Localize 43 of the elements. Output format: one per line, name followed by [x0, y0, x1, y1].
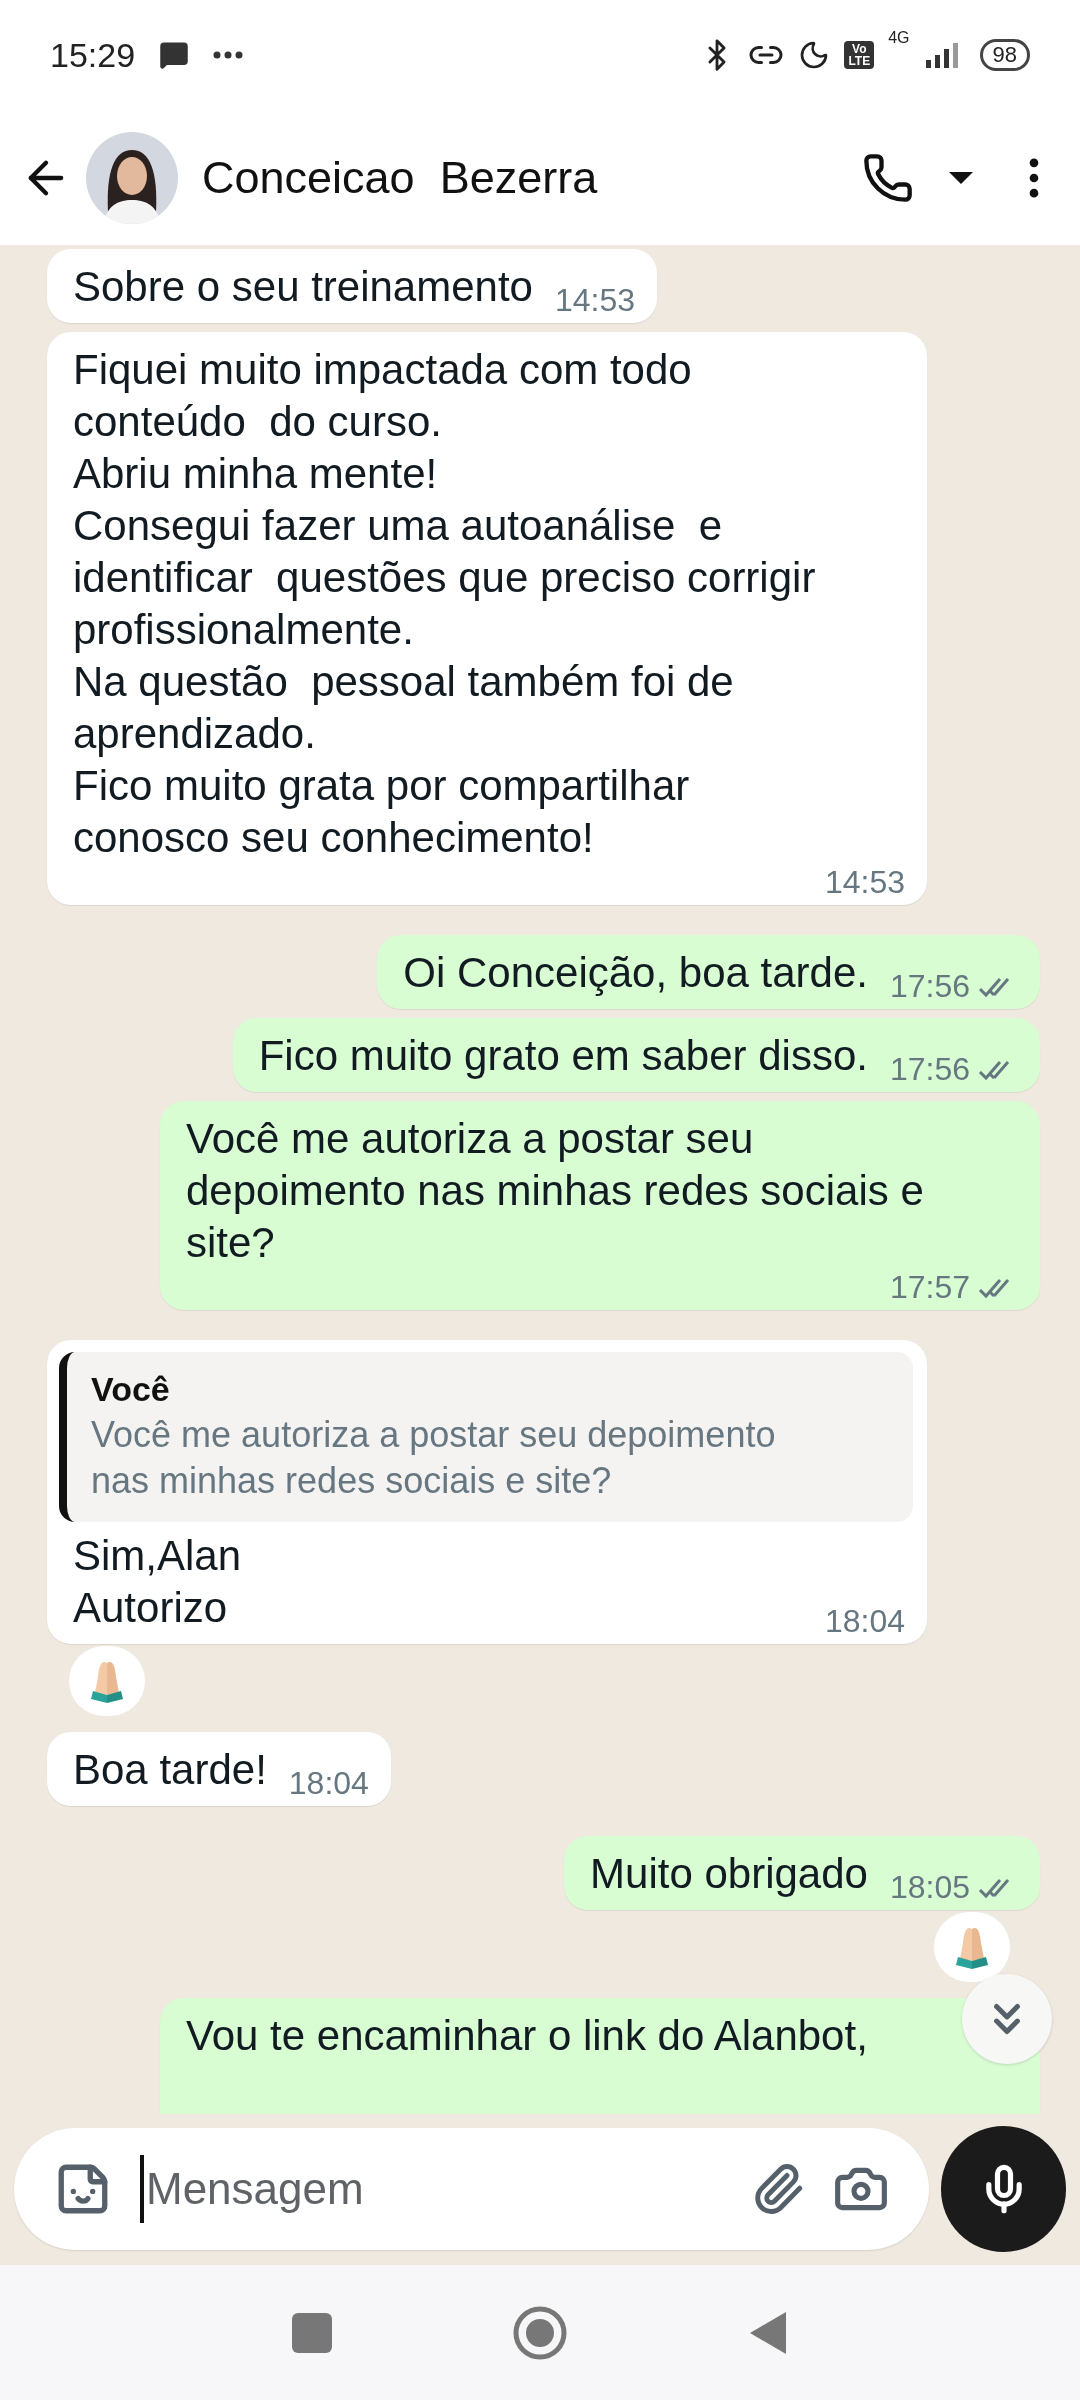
message-text: Vou te encaminhar o link do Alanbot,: [186, 2011, 868, 2061]
quote-text: Você me autoriza a postar seu depoimento nas minhas redes sociais e site?: [91, 1413, 777, 1503]
message-text: Sim,Alan Autorizo: [73, 1531, 242, 1633]
status-time: 15:29: [50, 35, 136, 75]
caret-icon[interactable]: [948, 170, 974, 185]
sent-message-bubble[interactable]: Você me autoriza a postar seu depoimento nas minhas redes sociais e site? 17:57: [160, 1101, 1040, 1310]
volte-badge: Vo LTE: [844, 41, 875, 69]
quoted-message[interactable]: Você Você me autoriza a postar seu depoimento nas minhas redes sociais e site?: [59, 1352, 913, 1522]
message-time: 17:56: [889, 968, 970, 1005]
sent-message-bubble[interactable]: Fico muito grato em saber disso. 17:56: [232, 1018, 1040, 1092]
message-text: Fiquei muito impactada com todo conteúdo do curso. Abriu minha mente! Consegui fazer uma autoanálise e identificar questões que preciso corrigir profissionalmente. Na questão pessoal também foi de aprendizado. Fico muito grata por compartilhar conosco seu conhecimento!: [73, 345, 816, 863]
received-message-bubble[interactable]: Sobre o seu treinamento 14:53: [47, 249, 658, 323]
contact-name[interactable]: Conceicao Bezerra: [202, 151, 598, 204]
message-composer[interactable]: Mensagem: [14, 2128, 929, 2250]
phone-icon[interactable]: [862, 151, 914, 204]
received-message-bubble[interactable]: [47, 332, 927, 905]
received-message-bubble[interactable]: Boa tarde! 18:04: [47, 1732, 391, 1806]
message-time: 14:53: [554, 282, 636, 319]
message-time: 18:04: [824, 1603, 905, 1640]
message-text: Muito obrigado: [590, 1849, 868, 1899]
message-text: Boa tarde!: [73, 1745, 267, 1795]
battery-level: 98: [979, 39, 1030, 71]
sent-message-bubble[interactable]: Muito obrigado 18:05: [564, 1836, 1040, 1910]
home-icon[interactable]: [512, 2304, 568, 2361]
message-text: Fico muito grato em saber disso.: [258, 1031, 868, 1081]
message-time: 14:53: [824, 864, 905, 901]
message-field[interactable]: Mensagem: [140, 2155, 723, 2223]
quote-author: Você: [91, 1369, 171, 1410]
more-icon: [213, 51, 244, 59]
recents-icon[interactable]: [292, 2312, 332, 2353]
back-nav-icon[interactable]: [748, 2309, 788, 2356]
message-text: Oi Conceição, boa tarde.: [403, 948, 868, 998]
message-text: Sobre o seu treinamento: [73, 262, 533, 312]
network-type: 4G: [888, 29, 910, 47]
sent-message-bubble[interactable]: Vou te encaminhar o link do Alanbot,: [160, 1998, 1040, 2114]
received-message-bubble[interactable]: Você Você me autoriza a postar seu depoimento nas minhas redes sociais e site? Sim,Alan Autorizo 18:04: [47, 1340, 927, 1644]
message-time: 18:05: [889, 1869, 970, 1906]
message-time: 17:56: [889, 1051, 970, 1088]
message-time: 18:04: [288, 1765, 369, 1802]
message-text: Você me autoriza a postar seu depoimento nas minhas redes sociais e site?: [186, 1114, 924, 1268]
sent-message-bubble[interactable]: Oi Conceição, boa tarde. 17:56: [377, 935, 1040, 1009]
message-time: 17:57: [889, 1269, 970, 1306]
message-icon: [159, 40, 190, 70]
